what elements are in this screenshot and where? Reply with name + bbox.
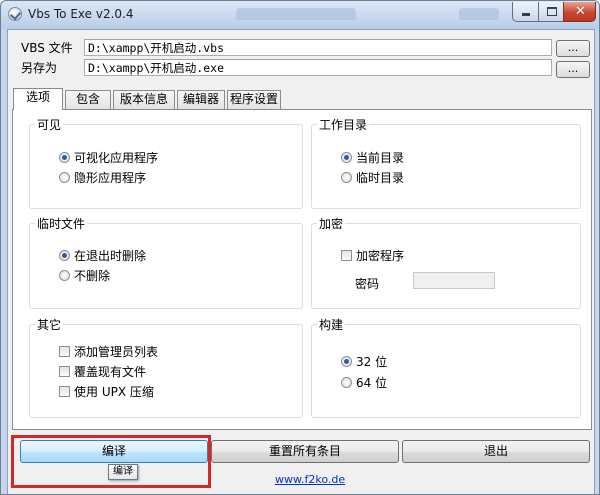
radio-do-not-delete-label: 不删除 (74, 269, 111, 283)
minimize-icon (522, 13, 530, 16)
checkbox-upx-compress-label: 使用 UPX 压缩 (74, 385, 154, 399)
group-other-title: 其它 (35, 316, 64, 333)
radio-selected-icon (341, 356, 352, 367)
title-bar[interactable]: Vbs To Exe v2.0.4 ✕ (1, 1, 599, 29)
radio-64-bit-label: 64 位 (356, 376, 388, 390)
group-working-directory-title: 工作目录 (317, 116, 370, 133)
exit-button[interactable]: 退出 (402, 440, 590, 463)
group-encryption: 加密 加密程序 密码 (311, 215, 581, 309)
radio-invisible-app-label: 隐形应用程序 (74, 171, 147, 185)
save-as-value: D:\xampp\开机启动.exe (88, 61, 225, 75)
group-other: 其它 添加管理员列表 覆盖现有文件 使用 UPX 压缩 (29, 316, 303, 418)
checkbox-overwrite-existing[interactable]: 覆盖现有文件 (59, 365, 146, 379)
radio-do-not-delete[interactable]: 不删除 (59, 269, 110, 283)
radio-current-directory-label: 当前目录 (356, 151, 405, 165)
title-blur-decoration (236, 8, 356, 20)
radio-unselected-icon (59, 270, 70, 281)
checkbox-encrypt-program-label: 加密程序 (356, 249, 405, 263)
group-temp-files-title: 临时文件 (35, 215, 88, 232)
vbs-file-label: VBS 文件 (21, 41, 73, 55)
radio-invisible-app[interactable]: 隐形应用程序 (59, 171, 146, 185)
group-build-title: 构建 (317, 316, 346, 333)
client-area: VBS 文件 D:\xampp\开机启动.vbs ... 另存为 D:\xamp… (7, 29, 595, 494)
maximize-icon (547, 7, 557, 16)
tab-editor[interactable]: 编辑器 (177, 90, 225, 109)
title-blur-decoration (459, 8, 499, 20)
tab-program-settings[interactable]: 程序设置 (227, 90, 281, 109)
window-title: Vbs To Exe v2.0.4 (28, 7, 134, 21)
radio-delete-on-exit-label: 在退出时删除 (74, 249, 147, 263)
website-link[interactable]: www.f2ko.de (275, 473, 345, 486)
options-tab-panel: 可见 可视化应用程序 隐形应用程序 工作目录 当前目录 临时目录 临时文件 在退… (12, 109, 592, 430)
tab-version-info[interactable]: 版本信息 (113, 90, 175, 109)
radio-temp-directory[interactable]: 临时目录 (341, 171, 404, 185)
radio-selected-icon (341, 152, 352, 163)
radio-32-bit[interactable]: 32 位 (341, 355, 387, 369)
group-visibility: 可见 可视化应用程序 隐形应用程序 (29, 116, 303, 209)
group-build: 构建 32 位 64 位 (311, 316, 581, 418)
radio-unselected-icon (341, 377, 352, 388)
minimize-button[interactable] (512, 2, 539, 22)
password-label: 密码 (355, 277, 380, 291)
checkbox-add-admin-manifest[interactable]: 添加管理员列表 (59, 345, 158, 359)
app-icon (8, 7, 22, 21)
browse-save-button[interactable]: ... (556, 61, 590, 78)
vbs-file-value: D:\xampp\开机启动.vbs (88, 41, 225, 55)
radio-delete-on-exit[interactable]: 在退出时删除 (59, 249, 146, 263)
radio-selected-icon (59, 250, 70, 261)
compile-tooltip: 编译 (108, 464, 138, 480)
tab-include[interactable]: 包含 (65, 90, 111, 109)
group-temp-files: 临时文件 在退出时删除 不删除 (29, 215, 303, 309)
save-as-field[interactable]: D:\xampp\开机启动.exe (84, 59, 552, 76)
checkbox-add-admin-manifest-label: 添加管理员列表 (74, 345, 159, 359)
checkbox-icon (59, 386, 70, 397)
close-icon: ✕ (575, 4, 586, 19)
app-window: Vbs To Exe v2.0.4 ✕ VBS 文件 D:\xampp\开机启动… (0, 0, 600, 495)
checkbox-icon (341, 250, 352, 261)
highlight-annotation (11, 435, 211, 488)
checkbox-icon (59, 366, 70, 377)
checkbox-overwrite-existing-label: 覆盖现有文件 (74, 365, 147, 379)
radio-selected-icon (59, 152, 70, 163)
browse-vbs-button[interactable]: ... (556, 40, 590, 57)
radio-unselected-icon (341, 172, 352, 183)
radio-visible-app-label: 可视化应用程序 (74, 151, 159, 165)
save-as-label: 另存为 (21, 61, 58, 75)
checkbox-icon (59, 346, 70, 357)
radio-64-bit[interactable]: 64 位 (341, 376, 387, 390)
group-encryption-title: 加密 (317, 215, 346, 232)
vbs-file-field[interactable]: D:\xampp\开机启动.vbs (84, 39, 552, 56)
tab-options[interactable]: 选项 (13, 88, 63, 110)
radio-current-directory[interactable]: 当前目录 (341, 151, 404, 165)
maximize-button[interactable] (538, 2, 564, 22)
radio-visible-app[interactable]: 可视化应用程序 (59, 151, 158, 165)
reset-all-button[interactable]: 重置所有条目 (211, 440, 399, 463)
checkbox-encrypt-program[interactable]: 加密程序 (341, 249, 404, 263)
radio-temp-directory-label: 临时目录 (356, 171, 405, 185)
close-button[interactable]: ✕ (563, 2, 596, 22)
radio-unselected-icon (59, 172, 70, 183)
password-field[interactable] (413, 272, 495, 289)
radio-32-bit-label: 32 位 (356, 355, 388, 369)
checkbox-upx-compress[interactable]: 使用 UPX 压缩 (59, 385, 154, 399)
group-working-directory: 工作目录 当前目录 临时目录 (311, 116, 581, 209)
group-visibility-title: 可见 (35, 116, 64, 133)
